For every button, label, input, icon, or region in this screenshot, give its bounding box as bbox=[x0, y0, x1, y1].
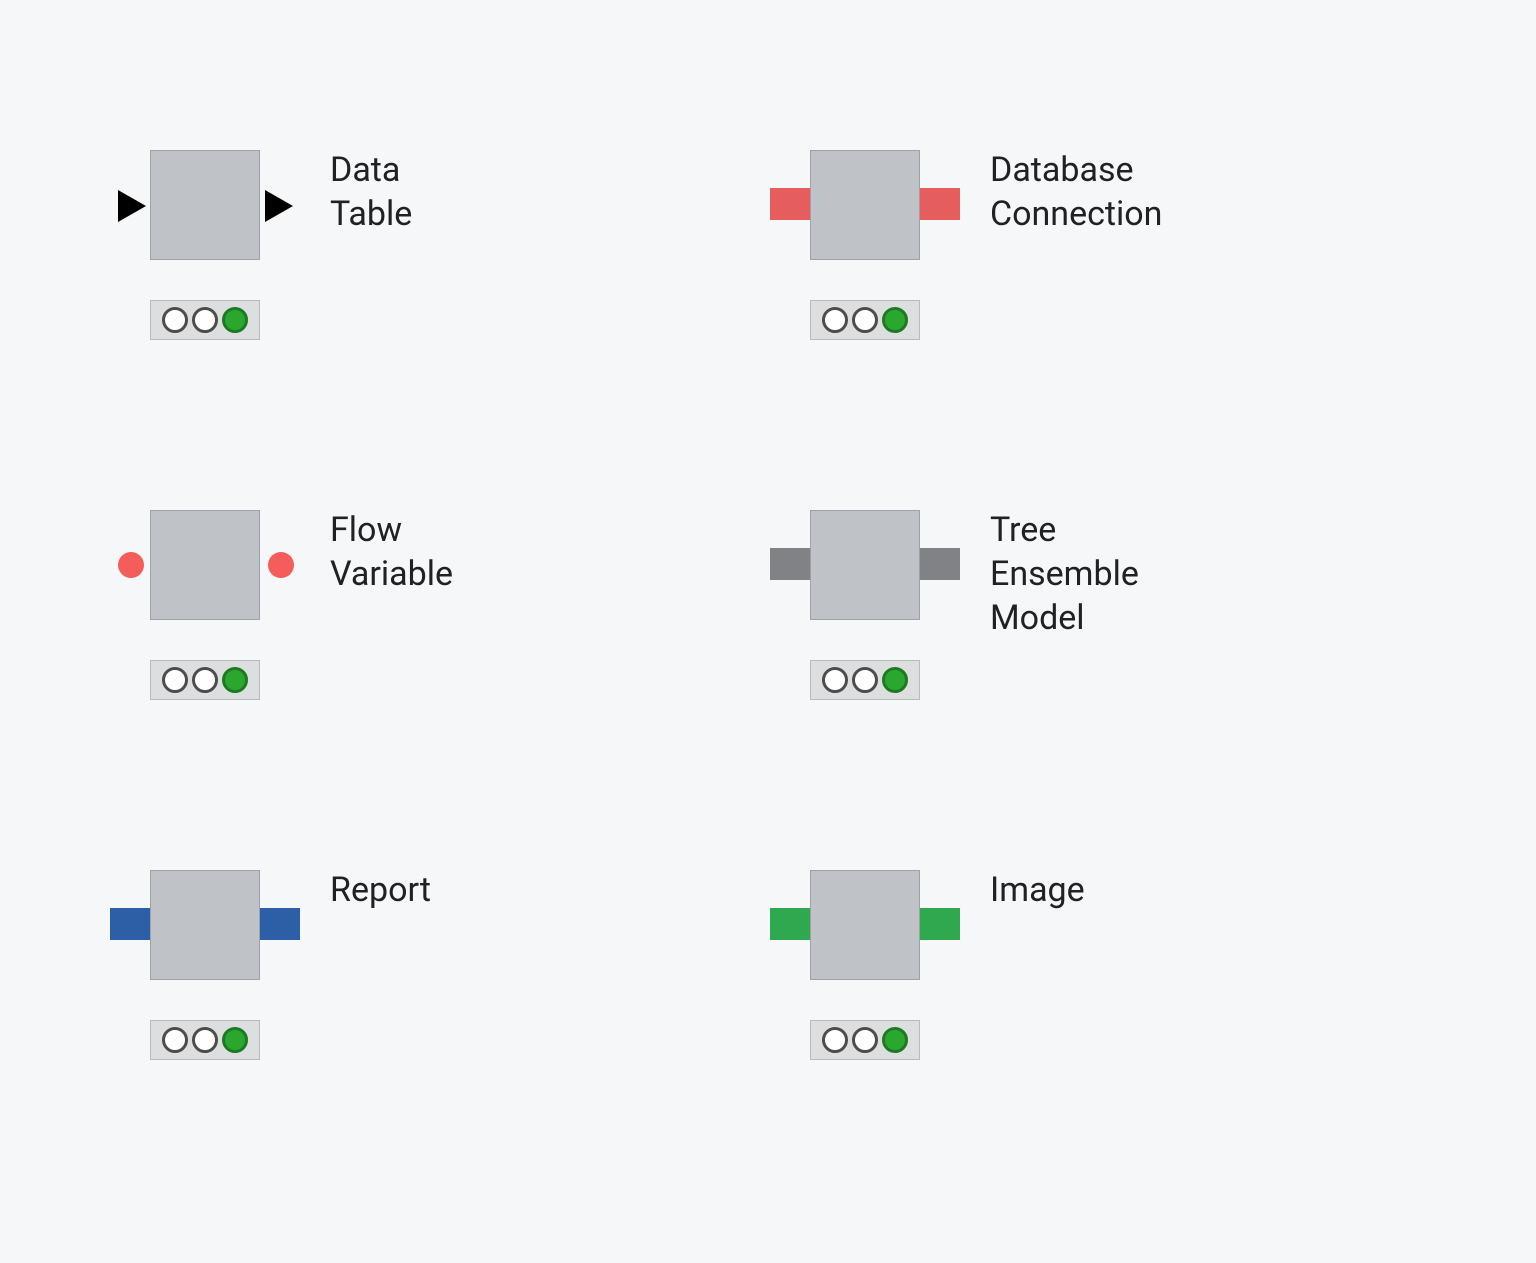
input-port-triangle-icon bbox=[118, 190, 146, 222]
node-body-icon bbox=[810, 510, 920, 620]
node-body-icon bbox=[150, 150, 260, 260]
input-port-circle-icon bbox=[118, 552, 144, 578]
status-light-2 bbox=[882, 1027, 908, 1053]
status-lights-icon bbox=[810, 300, 920, 340]
node-tree-ensemble-model: TreeEnsembleModel bbox=[760, 490, 1420, 800]
status-light-1 bbox=[852, 307, 878, 333]
node-icon bbox=[760, 490, 970, 650]
node-report: Report bbox=[100, 850, 760, 1160]
input-port-bar-icon bbox=[110, 908, 150, 940]
node-label: FlowVariable bbox=[330, 508, 453, 596]
status-light-0 bbox=[822, 667, 848, 693]
node-label: DatabaseConnection bbox=[990, 148, 1162, 236]
output-port-bar-icon bbox=[920, 548, 960, 580]
status-light-1 bbox=[852, 667, 878, 693]
node-label: TreeEnsembleModel bbox=[990, 508, 1139, 640]
node-icon bbox=[760, 850, 970, 1010]
output-port-circle-icon bbox=[268, 552, 294, 578]
node-icon bbox=[100, 490, 310, 650]
node-image: Image bbox=[760, 850, 1420, 1160]
status-lights-icon bbox=[150, 1020, 260, 1060]
status-light-2 bbox=[222, 1027, 248, 1053]
status-lights-icon bbox=[150, 300, 260, 340]
node-icon bbox=[100, 850, 310, 1010]
status-light-0 bbox=[822, 307, 848, 333]
status-lights-icon bbox=[150, 660, 260, 700]
node-database-connection: DatabaseConnection bbox=[760, 130, 1420, 440]
output-port-triangle-icon bbox=[265, 190, 293, 222]
status-light-1 bbox=[192, 667, 218, 693]
input-port-bar-icon bbox=[770, 188, 810, 220]
status-light-2 bbox=[222, 307, 248, 333]
status-light-2 bbox=[882, 307, 908, 333]
status-light-2 bbox=[882, 667, 908, 693]
node-icon bbox=[100, 130, 310, 290]
node-label: Image bbox=[990, 868, 1085, 912]
status-lights-icon bbox=[810, 1020, 920, 1060]
output-port-bar-icon bbox=[920, 188, 960, 220]
node-body-icon bbox=[810, 150, 920, 260]
node-flow-variable: FlowVariable bbox=[100, 490, 760, 800]
port-type-legend: DataTable DatabaseConnection FlowVariable T… bbox=[0, 0, 1536, 1263]
node-data-table: DataTable bbox=[100, 130, 760, 440]
status-light-1 bbox=[192, 307, 218, 333]
node-label: DataTable bbox=[330, 148, 412, 236]
node-body-icon bbox=[150, 510, 260, 620]
status-light-1 bbox=[852, 1027, 878, 1053]
status-light-0 bbox=[162, 667, 188, 693]
node-body-icon bbox=[150, 870, 260, 980]
input-port-bar-icon bbox=[770, 548, 810, 580]
node-label: Report bbox=[330, 868, 431, 912]
status-light-0 bbox=[162, 307, 188, 333]
node-body-icon bbox=[810, 870, 920, 980]
status-light-1 bbox=[192, 1027, 218, 1053]
input-port-bar-icon bbox=[770, 908, 810, 940]
node-icon bbox=[760, 130, 970, 290]
status-light-0 bbox=[822, 1027, 848, 1053]
status-light-0 bbox=[162, 1027, 188, 1053]
output-port-bar-icon bbox=[920, 908, 960, 940]
output-port-bar-icon bbox=[260, 908, 300, 940]
status-light-2 bbox=[222, 667, 248, 693]
status-lights-icon bbox=[810, 660, 920, 700]
